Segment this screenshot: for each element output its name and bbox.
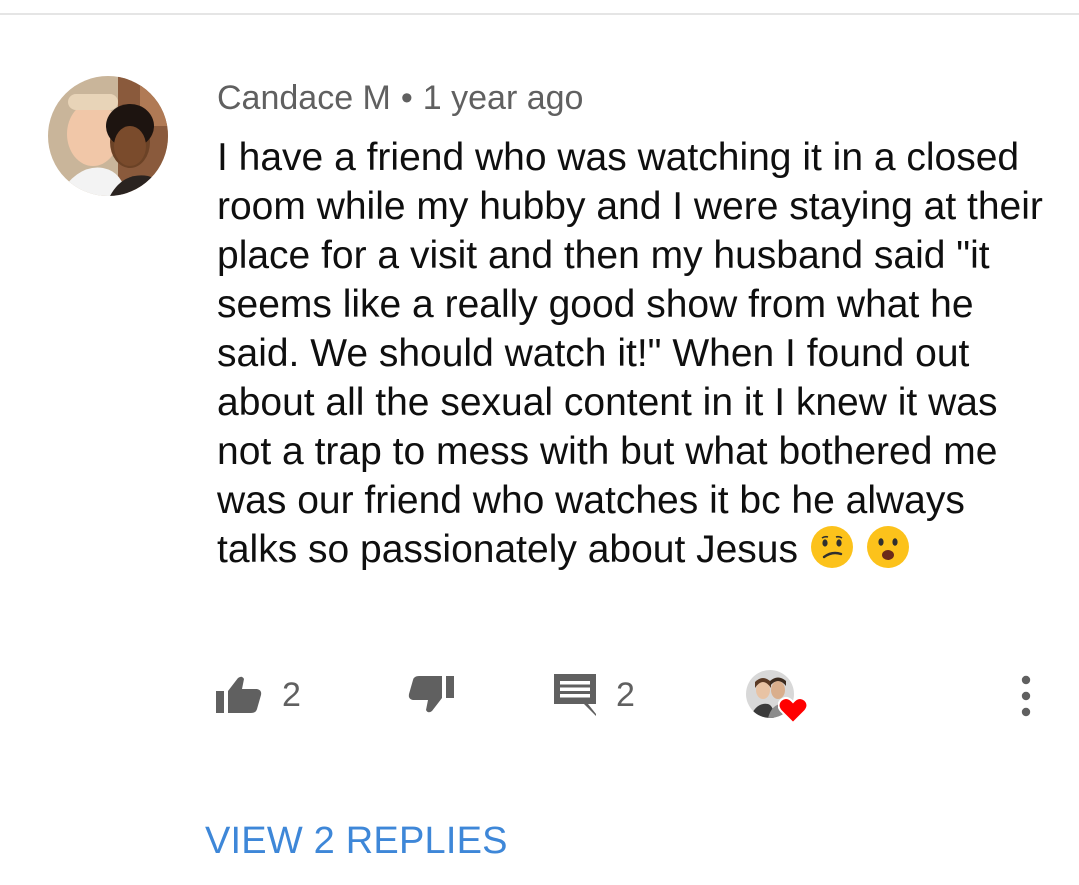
reply-button[interactable]: 2 — [554, 667, 635, 723]
creator-heart-badge — [746, 670, 809, 730]
more-vertical-icon[interactable] — [1008, 672, 1044, 720]
view-replies-button[interactable]: VIEW 2 REPLIES — [205, 819, 508, 863]
confused-face-emoji-icon — [810, 525, 854, 569]
thumbs-down-icon[interactable] — [408, 674, 454, 716]
author-name[interactable]: Candace M — [217, 79, 391, 117]
comment-body: I have a friend who was watching it in a… — [217, 133, 1047, 574]
like-button[interactable]: 2 — [216, 667, 301, 723]
more-options-button[interactable] — [1008, 672, 1044, 720]
frowning-open-mouth-emoji-icon — [866, 525, 910, 569]
thumbs-up-icon[interactable] — [216, 675, 262, 715]
comment-timestamp[interactable]: 1 year ago — [423, 79, 584, 117]
dislike-button[interactable] — [408, 667, 454, 723]
reply-count: 2 — [616, 676, 635, 714]
comment-text: I have a friend who was watching it in a… — [217, 136, 1043, 571]
comment-icon[interactable] — [554, 674, 596, 716]
top-divider — [0, 13, 1079, 15]
header-separator: • — [400, 79, 413, 117]
like-count: 2 — [282, 676, 301, 714]
heart-icon — [777, 696, 809, 729]
comment-header: Candace M • 1 year ago — [217, 78, 583, 118]
author-avatar[interactable] — [48, 76, 168, 196]
